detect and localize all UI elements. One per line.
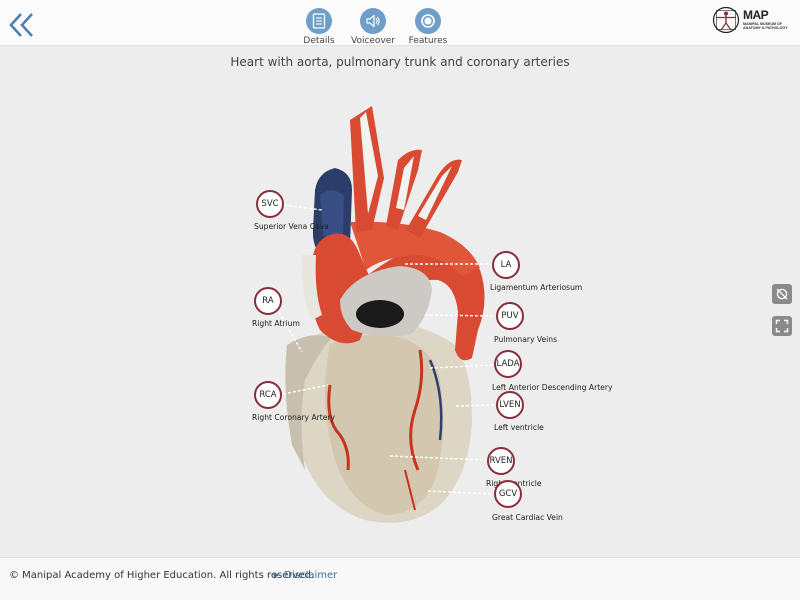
hotspot-gcv-label: Great Cardiac Vein xyxy=(492,513,563,522)
rotate-toggle-button[interactable] xyxy=(772,284,792,304)
hotspot-ra[interactable]: RA xyxy=(254,287,282,315)
hotspot-gcv[interactable]: GCV xyxy=(494,480,522,508)
hotspot-la[interactable]: LA xyxy=(492,251,520,279)
hotspot-lada[interactable]: LADA xyxy=(494,350,522,378)
heart-specimen-image xyxy=(278,106,497,523)
rotate-off-icon xyxy=(776,288,788,300)
hotspot-la-label: Ligamentum Arteriosum xyxy=(490,283,583,292)
footer: © Manipal Academy of Higher Education. A… xyxy=(0,557,800,600)
hotspot-svc-label: Superior Vena Cava xyxy=(254,222,329,231)
disclaimer-link[interactable]: ▶ Disclaimer xyxy=(274,570,337,581)
hotspot-svc[interactable]: SVC xyxy=(256,190,284,218)
hotspot-ra-label: Right Atrium xyxy=(252,319,300,328)
hotspot-rca-label: Right Coronary Artery xyxy=(252,413,336,422)
hotspot-lven[interactable]: LVEN xyxy=(496,391,524,419)
disclaimer-label: Disclaimer xyxy=(284,570,338,581)
hotspot-rca[interactable]: RCA xyxy=(254,381,282,409)
hotspot-puv[interactable]: PUV xyxy=(496,302,524,330)
copyright-text: © Manipal Academy of Higher Education. A… xyxy=(9,570,315,581)
model-viewer[interactable]: SVC Superior Vena Cava RA Right Atrium R… xyxy=(0,0,800,600)
triangle-right-icon: ▶ xyxy=(274,571,280,579)
fullscreen-icon xyxy=(775,319,789,333)
hotspot-rven[interactable]: RVEN xyxy=(487,447,515,475)
fullscreen-button[interactable] xyxy=(772,316,792,336)
hotspot-puv-label: Pulmonary Veins xyxy=(494,335,558,344)
hotspot-lven-label: Left ventricle xyxy=(494,423,544,432)
